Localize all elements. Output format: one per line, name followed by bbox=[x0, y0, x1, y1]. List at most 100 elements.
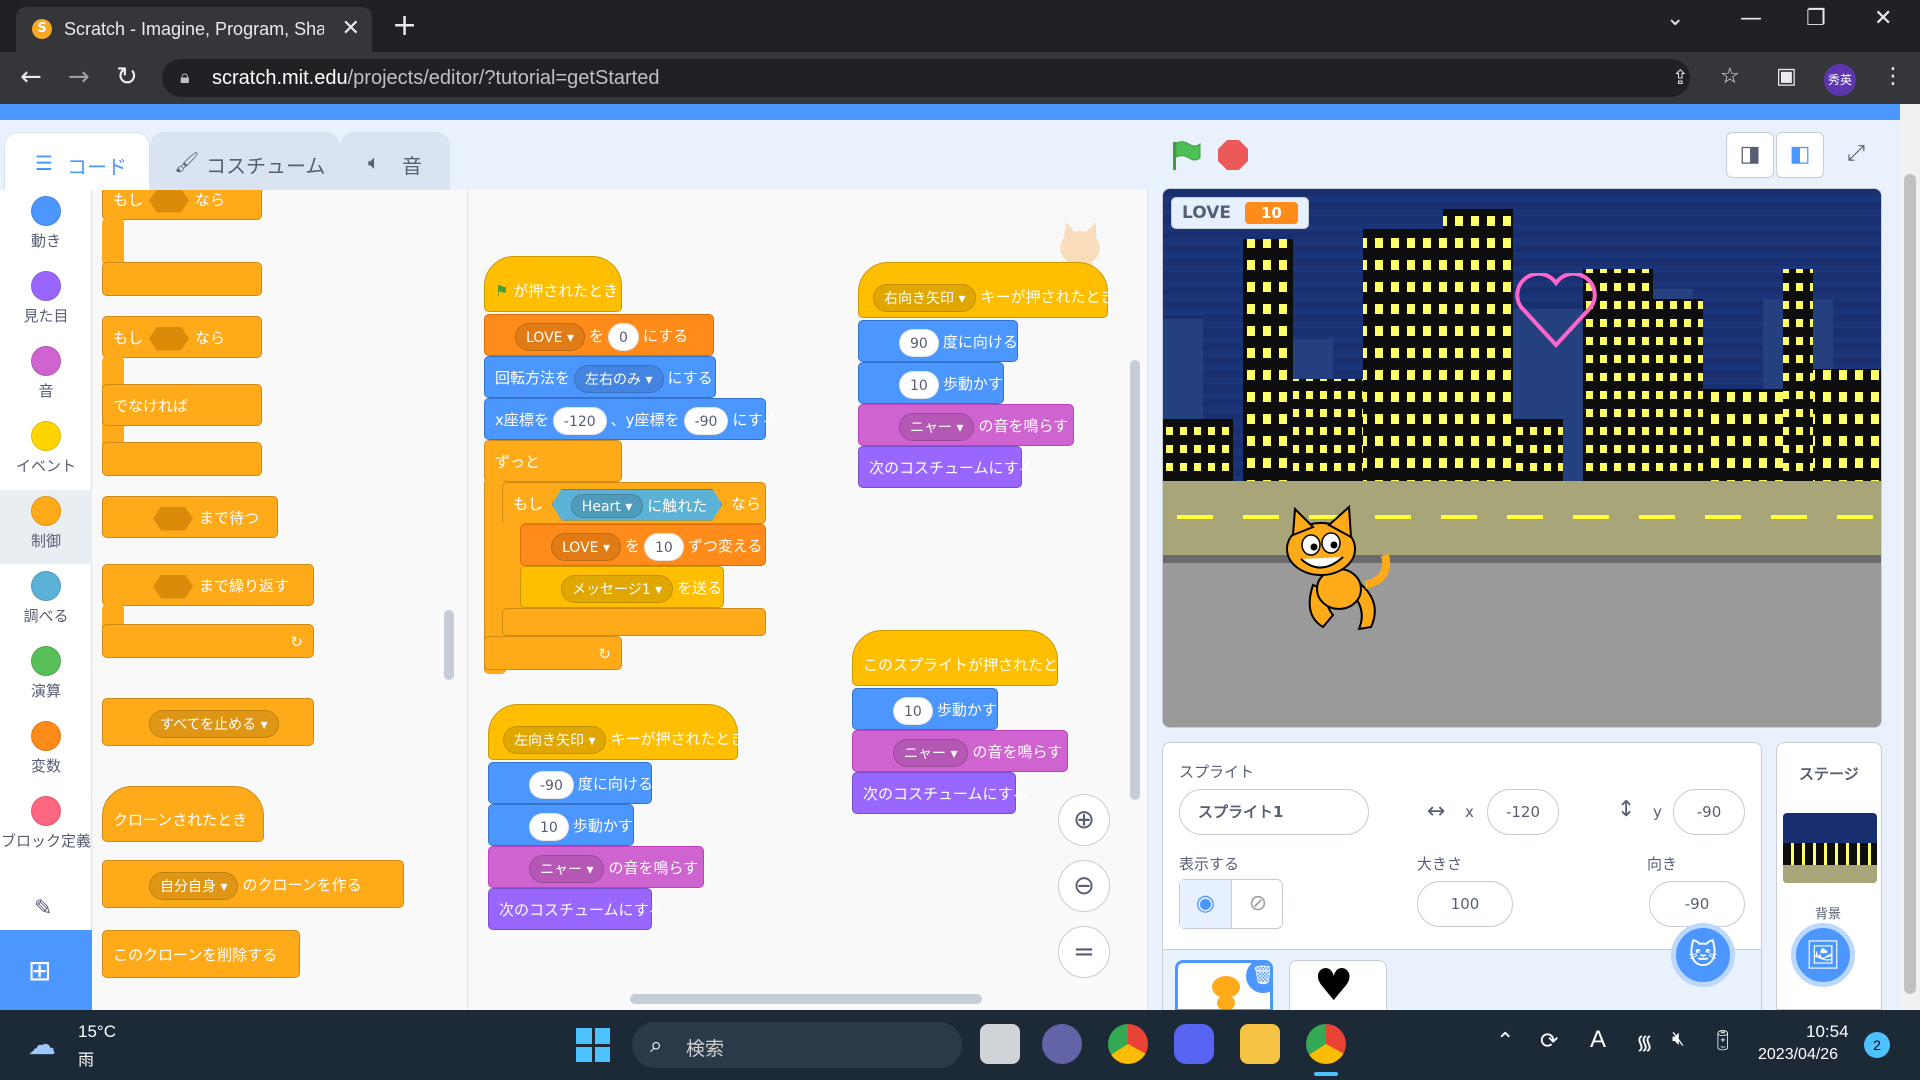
teams-chat-icon[interactable] bbox=[1042, 1024, 1082, 1064]
backdrop-thumb[interactable] bbox=[1783, 813, 1877, 883]
taskbar-search[interactable]: ⌕ 検索 bbox=[632, 1022, 962, 1068]
stop-button[interactable] bbox=[1218, 140, 1248, 170]
when-right-key-block[interactable]: 右向き矢印 ▾ キーが押されたとき bbox=[858, 262, 1116, 318]
restore-button[interactable]: ❐ bbox=[1806, 6, 1826, 31]
sprite-thumb-cat[interactable]: 🗑︎ bbox=[1175, 960, 1273, 1012]
file-explorer-icon[interactable] bbox=[1240, 1024, 1280, 1064]
minimize-button[interactable]: — bbox=[1740, 6, 1762, 31]
category-events[interactable]: イベント bbox=[0, 415, 92, 489]
battery-icon[interactable]: 🔋︎ bbox=[1710, 1028, 1735, 1053]
reload-icon[interactable]: ↻ bbox=[116, 62, 138, 92]
back-arrow-icon[interactable]: ← bbox=[20, 62, 42, 92]
move-steps-block-left[interactable]: 10 歩動かす bbox=[488, 804, 634, 846]
stage-canvas[interactable]: LOVE 10 bbox=[1162, 188, 1882, 728]
tab-code[interactable]: ☰ コード bbox=[4, 132, 150, 192]
task-view-icon[interactable] bbox=[980, 1024, 1020, 1064]
clock-date[interactable]: 2023/04/26 bbox=[1758, 1046, 1838, 1064]
next-costume-block[interactable]: 次のコスチュームにする bbox=[858, 446, 1034, 488]
add-backdrop-button[interactable]: 🖼︎ bbox=[1791, 923, 1855, 987]
sidepanel-icon[interactable]: ▣ bbox=[1776, 64, 1797, 89]
windows-start-icon[interactable] bbox=[576, 1028, 610, 1062]
discord-icon[interactable] bbox=[1174, 1024, 1214, 1064]
sprite-thumb-heart[interactable]: ♥ bbox=[1289, 960, 1387, 1012]
address-bar[interactable]: 🔒︎ scratch.mit.edu/projects/editor/?tuto… bbox=[162, 59, 1740, 97]
clock-time[interactable]: 10:54 bbox=[1806, 1022, 1849, 1042]
broadcast-block[interactable]: メッセージ1 ▾ を送る bbox=[520, 566, 724, 608]
x-field[interactable]: -120 bbox=[1487, 789, 1559, 835]
cat-sprite[interactable] bbox=[1273, 505, 1403, 635]
sync-icon[interactable]: ⟳ bbox=[1540, 1028, 1558, 1054]
point-direction-block[interactable]: 90 度に向ける bbox=[858, 320, 1018, 362]
play-sound-block-left[interactable]: ニャー ▾ の音を鳴らす bbox=[488, 846, 704, 888]
palette-when-clone-block[interactable]: クローンされたとき bbox=[102, 786, 264, 842]
y-field[interactable]: -90 bbox=[1673, 789, 1745, 835]
palette-wait-until-block[interactable]: まで待つ bbox=[102, 496, 278, 538]
heart-sprite[interactable] bbox=[1515, 273, 1597, 349]
pen-extension-icon[interactable]: ✎ bbox=[34, 896, 52, 921]
category-control[interactable]: 制御 bbox=[0, 490, 92, 564]
change-variable-block[interactable]: LOVE ▾ を 10 ずつ変える bbox=[520, 524, 766, 566]
touching-condition[interactable]: Heart ▾ に触れた bbox=[552, 489, 722, 521]
wifi-icon[interactable]: ᯾ bbox=[1636, 1028, 1653, 1055]
show-eye-icon[interactable]: ◉ bbox=[1180, 880, 1232, 928]
variable-monitor[interactable]: LOVE 10 bbox=[1171, 197, 1309, 229]
mute-icon[interactable]: 🔇︎ bbox=[1672, 1028, 1685, 1051]
palette-stop-block[interactable]: すべてを止める ▾ bbox=[102, 698, 314, 746]
profile-avatar[interactable]: 秀英 bbox=[1824, 64, 1856, 96]
category-sensing[interactable]: 調べる bbox=[0, 565, 92, 639]
chrome-icon[interactable] bbox=[1108, 1024, 1148, 1064]
direction-field[interactable]: -90 bbox=[1649, 881, 1745, 927]
move-steps-block[interactable]: 10 歩動かす bbox=[858, 362, 1004, 404]
category-looks[interactable]: 見た目 bbox=[0, 265, 92, 339]
tray-chevron-icon[interactable]: ⌃ bbox=[1496, 1028, 1514, 1054]
zoom-reset-icon[interactable]: = bbox=[1058, 926, 1110, 978]
palette-if-then-block[interactable]: もし なら bbox=[102, 190, 262, 220]
sprite-name-field[interactable]: スプライト1 bbox=[1179, 789, 1369, 835]
forward-arrow-icon[interactable]: → bbox=[68, 62, 90, 92]
category-motion[interactable]: 動き bbox=[0, 190, 92, 264]
play-sound-block[interactable]: ニャー ▾ の音を鳴らす bbox=[858, 404, 1074, 446]
hide-eye-icon[interactable]: ⊘ bbox=[1232, 880, 1284, 928]
zoom-out-icon[interactable]: ⊖ bbox=[1058, 860, 1110, 912]
move-steps-block-click[interactable]: 10 歩動かす bbox=[852, 688, 998, 730]
bookmark-star-icon[interactable]: ☆ bbox=[1720, 64, 1740, 89]
close-window-button[interactable]: ✕ bbox=[1874, 6, 1892, 31]
share-icon[interactable]: ⇪ bbox=[1672, 65, 1689, 89]
play-sound-block-click[interactable]: ニャー ▾ の音を鳴らす bbox=[852, 730, 1068, 772]
forever-block[interactable]: ずっと bbox=[484, 440, 622, 482]
fullscreen-icon[interactable]: ⤢ bbox=[1832, 132, 1880, 178]
next-costume-block-click[interactable]: 次のコスチュームにする bbox=[852, 772, 1028, 814]
when-sprite-clicked-block[interactable]: このスプライトが押されたとき bbox=[852, 630, 1073, 686]
tab-sound[interactable]: 🔈︎ 音 bbox=[340, 132, 450, 192]
menu-kebab-icon[interactable]: ⋮ bbox=[1882, 64, 1904, 89]
workspace-vscroll[interactable] bbox=[1130, 360, 1140, 800]
point-direction-block-left[interactable]: -90 度に向ける bbox=[488, 762, 653, 804]
tab-costume[interactable]: 🖌︎ コスチューム bbox=[150, 132, 340, 192]
when-left-key-block[interactable]: 左向き矢印 ▾ キーが押されたとき bbox=[488, 704, 746, 760]
ime-icon[interactable]: A bbox=[1590, 1026, 1606, 1054]
when-flag-clicked-block[interactable]: ⚑ が押されたとき bbox=[484, 256, 622, 312]
palette-delete-clone-block[interactable]: このクローンを削除する bbox=[102, 930, 300, 978]
page-scrollbar[interactable] bbox=[1900, 104, 1920, 1010]
workspace-hscroll[interactable] bbox=[630, 994, 982, 1004]
zoom-in-icon[interactable]: ⊕ bbox=[1058, 794, 1110, 846]
category-sound[interactable]: 音 bbox=[0, 340, 92, 414]
if-touching-block[interactable]: もし Heart ▾ に触れた なら bbox=[502, 482, 766, 524]
next-costume-block-left[interactable]: 次のコスチュームにする bbox=[488, 888, 664, 930]
browser-tab[interactable]: S Scratch - Imagine, Program, Share ✕ bbox=[16, 7, 372, 52]
palette-create-clone-block[interactable]: 自分自身 ▾ のクローンを作る bbox=[102, 860, 404, 908]
tab-close-icon[interactable]: ✕ bbox=[342, 16, 360, 41]
goto-xy-block[interactable]: x座標を -120 、y座標を -90 にする bbox=[484, 398, 778, 440]
category-myblocks[interactable]: ブロック定義 bbox=[0, 790, 92, 880]
delete-sprite-icon[interactable]: 🗑︎ bbox=[1246, 963, 1270, 993]
category-variables[interactable]: 変数 bbox=[0, 715, 92, 789]
small-stage-button[interactable]: ◨ bbox=[1726, 132, 1774, 178]
chrome-active-icon[interactable] bbox=[1306, 1024, 1346, 1064]
palette-repeat-until-block[interactable]: まで繰り返す bbox=[102, 564, 314, 606]
green-flag-button[interactable] bbox=[1170, 140, 1202, 170]
new-tab-button[interactable]: + bbox=[392, 8, 417, 43]
notification-badge[interactable]: 2 bbox=[1864, 1032, 1890, 1058]
size-field[interactable]: 100 bbox=[1417, 881, 1513, 927]
large-stage-button[interactable]: ◧ bbox=[1776, 132, 1824, 178]
set-variable-block[interactable]: LOVE ▾ を 0 にする bbox=[484, 314, 714, 356]
